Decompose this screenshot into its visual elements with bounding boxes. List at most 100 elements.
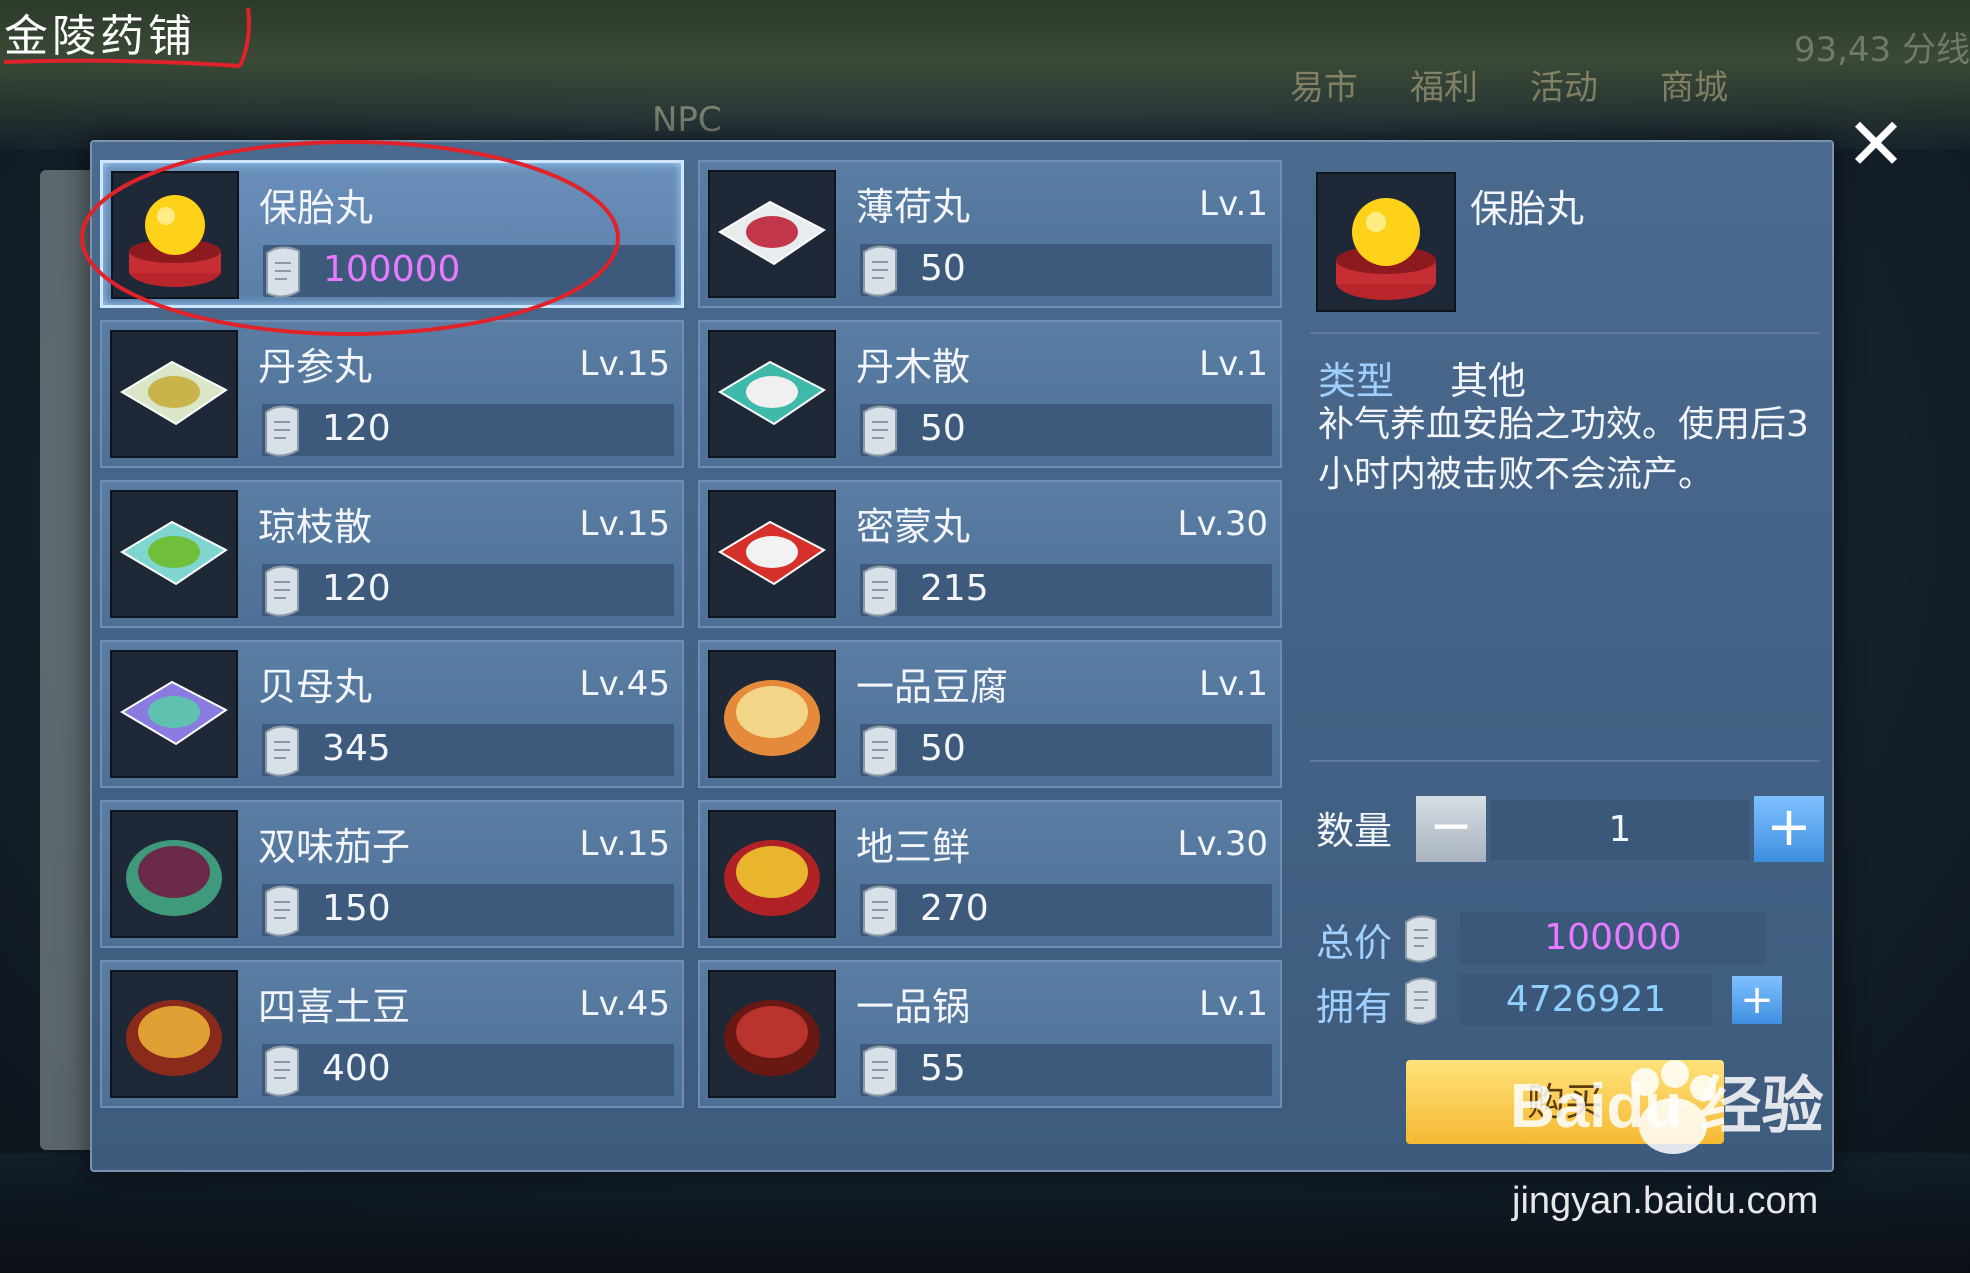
item-name: 一品锅	[856, 985, 971, 1029]
item-price: 50	[920, 728, 966, 769]
shop-item[interactable]: 密蒙丸 Lv.30 215	[698, 480, 1282, 628]
item-name: 一品豆腐	[856, 665, 1009, 709]
silver-scroll-currency-icon	[266, 246, 300, 298]
white-powder-teal-packet-icon	[708, 330, 836, 458]
silver-scroll-currency-icon	[863, 245, 897, 297]
total-price-value: 100000	[1544, 917, 1682, 958]
silver-scroll-currency-icon	[265, 405, 299, 457]
potato-bowl-icon	[110, 970, 238, 1098]
silver-scroll-currency-icon	[265, 1045, 299, 1097]
item-name: 薄荷丸	[856, 185, 971, 229]
item-name: 保胎丸	[259, 186, 374, 230]
item-price: 55	[920, 1048, 966, 1089]
shop-item[interactable]: 保胎丸 100000	[100, 160, 684, 308]
shop-item[interactable]: 薄荷丸 Lv.1 50	[698, 160, 1282, 308]
close-icon[interactable]: ✕	[1840, 108, 1912, 184]
item-level: Lv.15	[579, 344, 671, 384]
item-level: Lv.45	[579, 664, 671, 704]
silver-scroll-currency-icon	[863, 1045, 897, 1097]
item-level: Lv.45	[579, 984, 671, 1024]
item-price: 150	[322, 888, 391, 929]
silver-scroll-currency-icon	[863, 405, 897, 457]
type-value: 其他	[1450, 359, 1527, 403]
item-price: 50	[920, 408, 966, 449]
red-powder-packet-icon	[708, 170, 836, 298]
item-level: Lv.30	[1177, 824, 1269, 864]
quantity-increase-button[interactable]: +	[1754, 796, 1824, 862]
item-level: Lv.15	[579, 824, 671, 864]
teal-powder-purple-packet-icon	[110, 650, 238, 778]
silver-scroll-currency-icon	[1405, 977, 1437, 1025]
silver-scroll-currency-icon	[1405, 915, 1437, 963]
golden-pill-icon	[111, 171, 239, 299]
silver-scroll-currency-icon	[863, 885, 897, 937]
item-price: 120	[322, 568, 391, 609]
silver-scroll-currency-icon	[265, 725, 299, 777]
divider	[1310, 760, 1820, 762]
quantity-input[interactable]: 1	[1490, 800, 1750, 860]
green-powder-packet-icon	[110, 490, 238, 618]
item-price: 100000	[323, 249, 461, 290]
type-label: 类型	[1318, 359, 1395, 403]
item-name: 双味茄子	[258, 825, 411, 869]
bg-coords: 93,43 分线	[1793, 30, 1970, 70]
item-price: 270	[920, 888, 989, 929]
item-name: 丹参丸	[258, 345, 373, 389]
item-price: 215	[920, 568, 989, 609]
shop-item[interactable]: 一品锅 Lv.1 55	[698, 960, 1282, 1108]
item-level: Lv.1	[1199, 344, 1268, 384]
owned-currency-label: 拥有	[1316, 985, 1393, 1029]
quantity-decrease-button[interactable]: −	[1416, 796, 1486, 862]
shop-item[interactable]: 琼枝散 Lv.15 120	[100, 480, 684, 628]
watermark-logo: Baidu 经验	[1510, 1072, 1824, 1141]
item-name: 丹木散	[856, 345, 971, 389]
bg-menu-item: 易市	[1290, 68, 1358, 108]
item-description: 补气养血安胎之功效。使用后3小时内被击败不会流产。	[1318, 404, 1809, 495]
item-price: 120	[322, 408, 391, 449]
add-currency-button[interactable]: +	[1732, 976, 1782, 1024]
item-name: 四喜土豆	[258, 985, 411, 1029]
shop-item[interactable]: 丹参丸 Lv.15 120	[100, 320, 684, 468]
item-level: Lv.30	[1177, 504, 1269, 544]
bg-menu-item: 活动	[1530, 68, 1598, 108]
white-powder-red-packet-icon	[708, 490, 836, 618]
shop-item[interactable]: 贝母丸 Lv.45 345	[100, 640, 684, 788]
bg-menu-item: 福利	[1410, 68, 1478, 108]
detail-item-name: 保胎丸	[1470, 187, 1585, 231]
shop-item[interactable]: 一品豆腐 Lv.1 50	[698, 640, 1282, 788]
silver-scroll-currency-icon	[265, 885, 299, 937]
quantity-label: 数量	[1316, 809, 1393, 853]
watermark-url: jingyan.baidu.com	[1512, 1180, 1819, 1222]
item-detail-pane: 保胎丸 类型 其他 补气养血安胎之功效。使用后3小时内被击败不会流产。 数量 −…	[1300, 160, 1824, 1150]
bg-menu-item: 商城	[1660, 68, 1728, 108]
item-level: Lv.1	[1199, 984, 1268, 1024]
item-name: 地三鲜	[856, 825, 971, 869]
silver-scroll-currency-icon	[863, 565, 897, 617]
item-price: 50	[920, 248, 966, 289]
owned-currency-value: 4726921	[1505, 979, 1667, 1020]
divider	[1310, 332, 1820, 334]
item-level: Lv.1	[1199, 184, 1268, 224]
item-grid[interactable]: 保胎丸 100000 薄荷丸 Lv.1 50 丹参丸 Lv.15 120 丹木散 Lv.1 50 琼枝…	[100, 160, 1290, 1150]
silver-scroll-currency-icon	[863, 725, 897, 777]
item-name: 琼枝散	[258, 505, 373, 549]
item-name: 贝母丸	[258, 665, 373, 709]
hotpot-icon	[708, 970, 836, 1098]
item-level: Lv.15	[579, 504, 671, 544]
item-price: 345	[322, 728, 391, 769]
shop-item[interactable]: 地三鲜 Lv.30 270	[698, 800, 1282, 948]
silver-scroll-currency-icon	[265, 565, 299, 617]
item-level: Lv.1	[1199, 664, 1268, 704]
vegetable-dish-icon	[708, 810, 836, 938]
title-underline-annotation	[3, 7, 251, 68]
item-price: 400	[322, 1048, 391, 1089]
eggplant-dish-icon	[110, 810, 238, 938]
yellow-powder-packet-icon	[110, 330, 238, 458]
shop-item[interactable]: 四喜土豆 Lv.45 400	[100, 960, 684, 1108]
bg-npc-label: NPC	[652, 100, 722, 140]
golden-pill-icon	[1316, 172, 1456, 312]
shop-item[interactable]: 双味茄子 Lv.15 150	[100, 800, 684, 948]
tofu-dish-icon	[708, 650, 836, 778]
total-price-label: 总价	[1316, 921, 1393, 965]
shop-item[interactable]: 丹木散 Lv.1 50	[698, 320, 1282, 468]
